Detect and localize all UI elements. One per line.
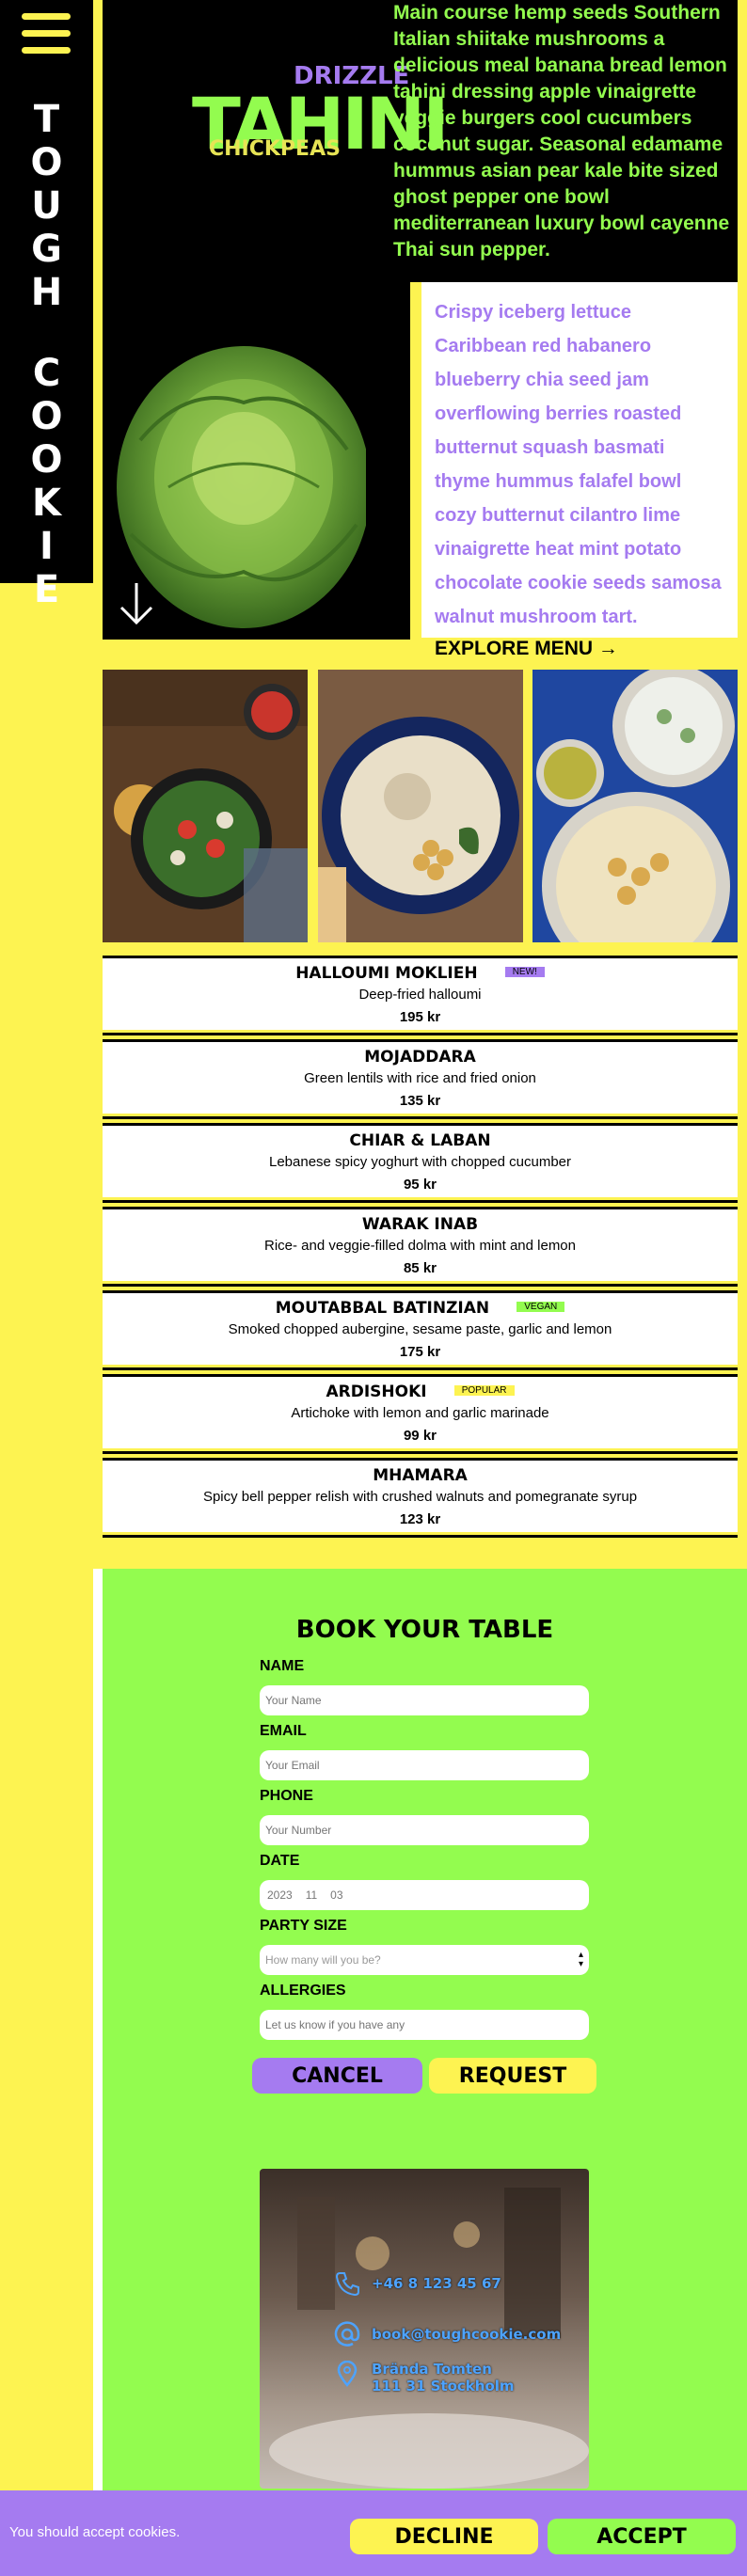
phone-input[interactable] (260, 1815, 589, 1845)
menu-item-price: 95 kr (403, 1177, 437, 1193)
menu-item-name: CHIAR & LABAN (349, 1131, 491, 1150)
at-sign-icon (334, 2321, 360, 2347)
menu-item-name: ARDISHOKI (326, 1383, 427, 1401)
explore-menu-link[interactable]: EXPLORE MENU → (435, 638, 724, 660)
menu-item: CHIAR & LABAN Lebanese spicy yoghurt wit… (103, 1123, 738, 1203)
menu-item-price: 123 kr (399, 1511, 441, 1527)
hero-intro-text: Main course hemp seeds Southern Italian … (393, 2, 730, 261)
email-label: EMAIL (260, 1723, 307, 1739)
request-button[interactable]: REQUEST (429, 2058, 596, 2094)
scroll-down-arrow-icon[interactable] (118, 581, 155, 636)
menu-item-description: Artichoke with lemon and garlic marinade (291, 1405, 549, 1421)
brand-logo: T O U G H C O O K I E (0, 98, 93, 611)
food-photo-salad (103, 670, 308, 942)
name-input[interactable] (260, 1685, 589, 1715)
address-line-2: 111 31 Stockholm (372, 2378, 515, 2394)
contact-phone-text: +46 8 123 45 67 (372, 2275, 501, 2292)
menu-item-price: 85 kr (403, 1260, 437, 1276)
menu-item-badge: NEW! (504, 967, 545, 977)
brand-letter: E (33, 568, 60, 611)
sidebar: T O U G H C O O K I E (0, 0, 93, 611)
cookie-text: You should accept cookies. (9, 2524, 181, 2540)
date-year: 2023 (267, 1889, 293, 1902)
party-size-placeholder: How many will you be? (265, 1953, 381, 1967)
contact-address: Brända Tomten 111 31 Stockholm (334, 2361, 515, 2394)
menu-list: HALLOUMI MOKLIEH NEW! Deep-fried halloum… (103, 956, 738, 1541)
brand-letter: T (33, 98, 60, 141)
hamburger-menu-icon[interactable] (22, 13, 71, 55)
brand-letter: O (30, 141, 63, 184)
brand-letter: O (30, 395, 63, 438)
menu-item-price: 135 kr (399, 1093, 441, 1109)
party-size-select[interactable]: How many will you be? ▴ ▾ (260, 1945, 589, 1975)
date-input[interactable]: 2023 11 03 (260, 1880, 589, 1910)
decline-cookies-button[interactable]: DECLINE (350, 2519, 538, 2554)
date-month: 11 (305, 1889, 318, 1902)
brand-letter: G (31, 228, 62, 271)
allergies-label: ALLERGIES (260, 1983, 346, 1999)
brand-letter: H (30, 271, 63, 314)
menu-item-description: Deep-fried halloumi (358, 987, 482, 1003)
menu-item-description: Rice- and veggie-filled dolma with mint … (264, 1238, 576, 1254)
menu-item-description: Spicy bell pepper relish with crushed wa… (202, 1489, 638, 1505)
menu-item-price: 175 kr (399, 1344, 441, 1360)
menu-item: MOJADDARA Green lentils with rice and fr… (103, 1039, 738, 1119)
hero-chickpeas: CHICKPEAS (209, 137, 341, 161)
menu-item-name: MOUTABBAL BATINZIAN (275, 1299, 490, 1318)
intro-box: Crispy iceberg lettuce Caribbean red hab… (410, 282, 738, 659)
menu-item: WARAK INAB Rice- and veggie-filled dolma… (103, 1207, 738, 1287)
address-line-1: Brända Tomten (372, 2361, 492, 2378)
location-pin-icon (337, 2361, 358, 2387)
menu-item-badge: POPULAR (453, 1385, 515, 1396)
booking-title: BOOK YOUR TABLE (295, 1616, 554, 1644)
brand-letter: I (40, 525, 54, 568)
phone-icon (335, 2272, 359, 2297)
food-photo-mezze (532, 670, 738, 942)
contact-email-text: book@toughcookie.com (372, 2326, 562, 2343)
accept-cookies-button[interactable]: ACCEPT (548, 2519, 736, 2554)
menu-item-description: Lebanese spicy yoghurt with chopped cucu… (268, 1154, 572, 1170)
name-label: NAME (260, 1658, 305, 1674)
menu-item: ARDISHOKI POPULAR Artichoke with lemon a… (103, 1374, 738, 1454)
menu-item-price: 99 kr (403, 1428, 437, 1444)
menu-item: MOUTABBAL BATINZIAN VEGAN Smoked chopped… (103, 1290, 738, 1370)
intro-box-inner: Crispy iceberg lettuce Caribbean red hab… (421, 282, 738, 659)
brand-letter: O (30, 438, 63, 482)
contact-email[interactable]: book@toughcookie.com (334, 2321, 561, 2347)
menu-item: MHAMARA Spicy bell pepper relish with cr… (103, 1458, 738, 1538)
menu-item-description: Green lentils with rice and fried onion (304, 1070, 536, 1086)
menu-item-price: 195 kr (399, 1009, 441, 1025)
party-size-label: PARTY SIZE (260, 1918, 347, 1934)
menu-item: HALLOUMI MOKLIEH NEW! Deep-fried halloum… (103, 956, 738, 1035)
phone-label: PHONE (260, 1788, 313, 1804)
menu-item-name: MHAMARA (373, 1466, 468, 1485)
cancel-button[interactable]: CANCEL (252, 2058, 422, 2094)
select-chevron-icon: ▴ ▾ (578, 1950, 583, 1969)
menu-item-description: Smoked chopped aubergine, sesame paste, … (228, 1321, 612, 1337)
email-input[interactable] (260, 1750, 589, 1780)
allergies-input[interactable] (260, 2010, 589, 2040)
intro-secondary-text: Crispy iceberg lettuce Caribbean red hab… (435, 302, 722, 627)
cookie-banner: You should accept cookies. DECLINE ACCEP… (0, 2490, 747, 2576)
contact-phone[interactable]: +46 8 123 45 67 (334, 2270, 501, 2297)
date-label: DATE (260, 1853, 300, 1869)
brand-letter: K (32, 482, 61, 525)
brand-letter: C (32, 352, 61, 395)
menu-item-badge: VEGAN (517, 1302, 565, 1312)
food-photo-hummus (318, 670, 523, 942)
menu-item-name: HALLOUMI MOKLIEH (295, 964, 478, 983)
brand-letter: U (31, 184, 62, 228)
menu-item-name: MOJADDARA (364, 1048, 476, 1067)
menu-item-name: WARAK INAB (361, 1215, 479, 1234)
date-day: 03 (330, 1889, 343, 1902)
